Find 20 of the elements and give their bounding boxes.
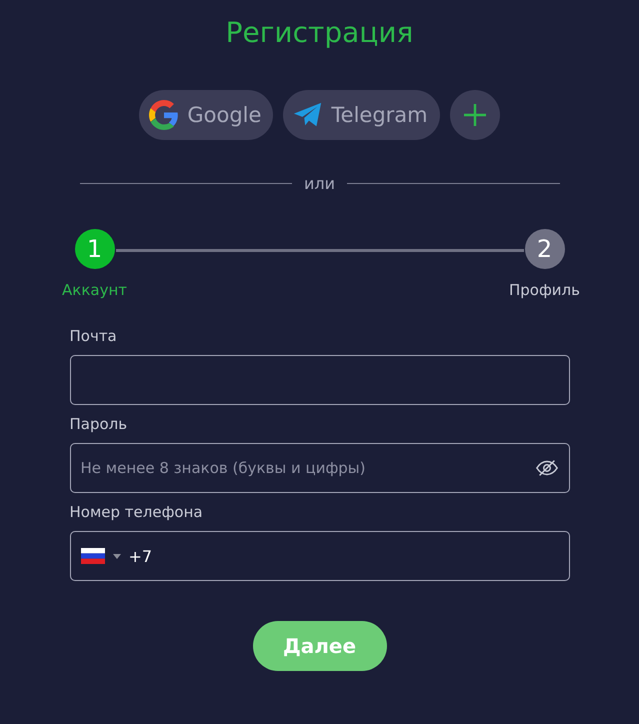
caret-icon[interactable] (112, 554, 120, 558)
field-label: Номер телефона (70, 503, 204, 521)
divider-text: или (304, 174, 336, 193)
eye-off-icon[interactable] (534, 458, 558, 478)
step-number: 2 (524, 229, 564, 269)
phone-field[interactable]: +7 (70, 531, 570, 581)
google-button[interactable]: Google (139, 90, 274, 140)
phone-value: +7 (128, 546, 154, 566)
flag-icon[interactable] (80, 548, 104, 564)
field-label: Почта (70, 327, 118, 345)
step-label: Аккаунт (62, 281, 127, 299)
google-icon (149, 100, 180, 130)
password-field[interactable]: Не менее 8 знаков (буквы и цифры) (70, 443, 570, 493)
field-label: Пароль (70, 415, 128, 433)
telegram-button[interactable]: Telegram (283, 90, 440, 140)
page-title: Регистрация (226, 16, 414, 50)
placeholder-text: Не менее 8 знаков (буквы и цифры) (80, 459, 366, 477)
step-label: Профиль (509, 281, 580, 299)
step-number: 1 (74, 229, 114, 269)
plus-icon (462, 103, 487, 127)
